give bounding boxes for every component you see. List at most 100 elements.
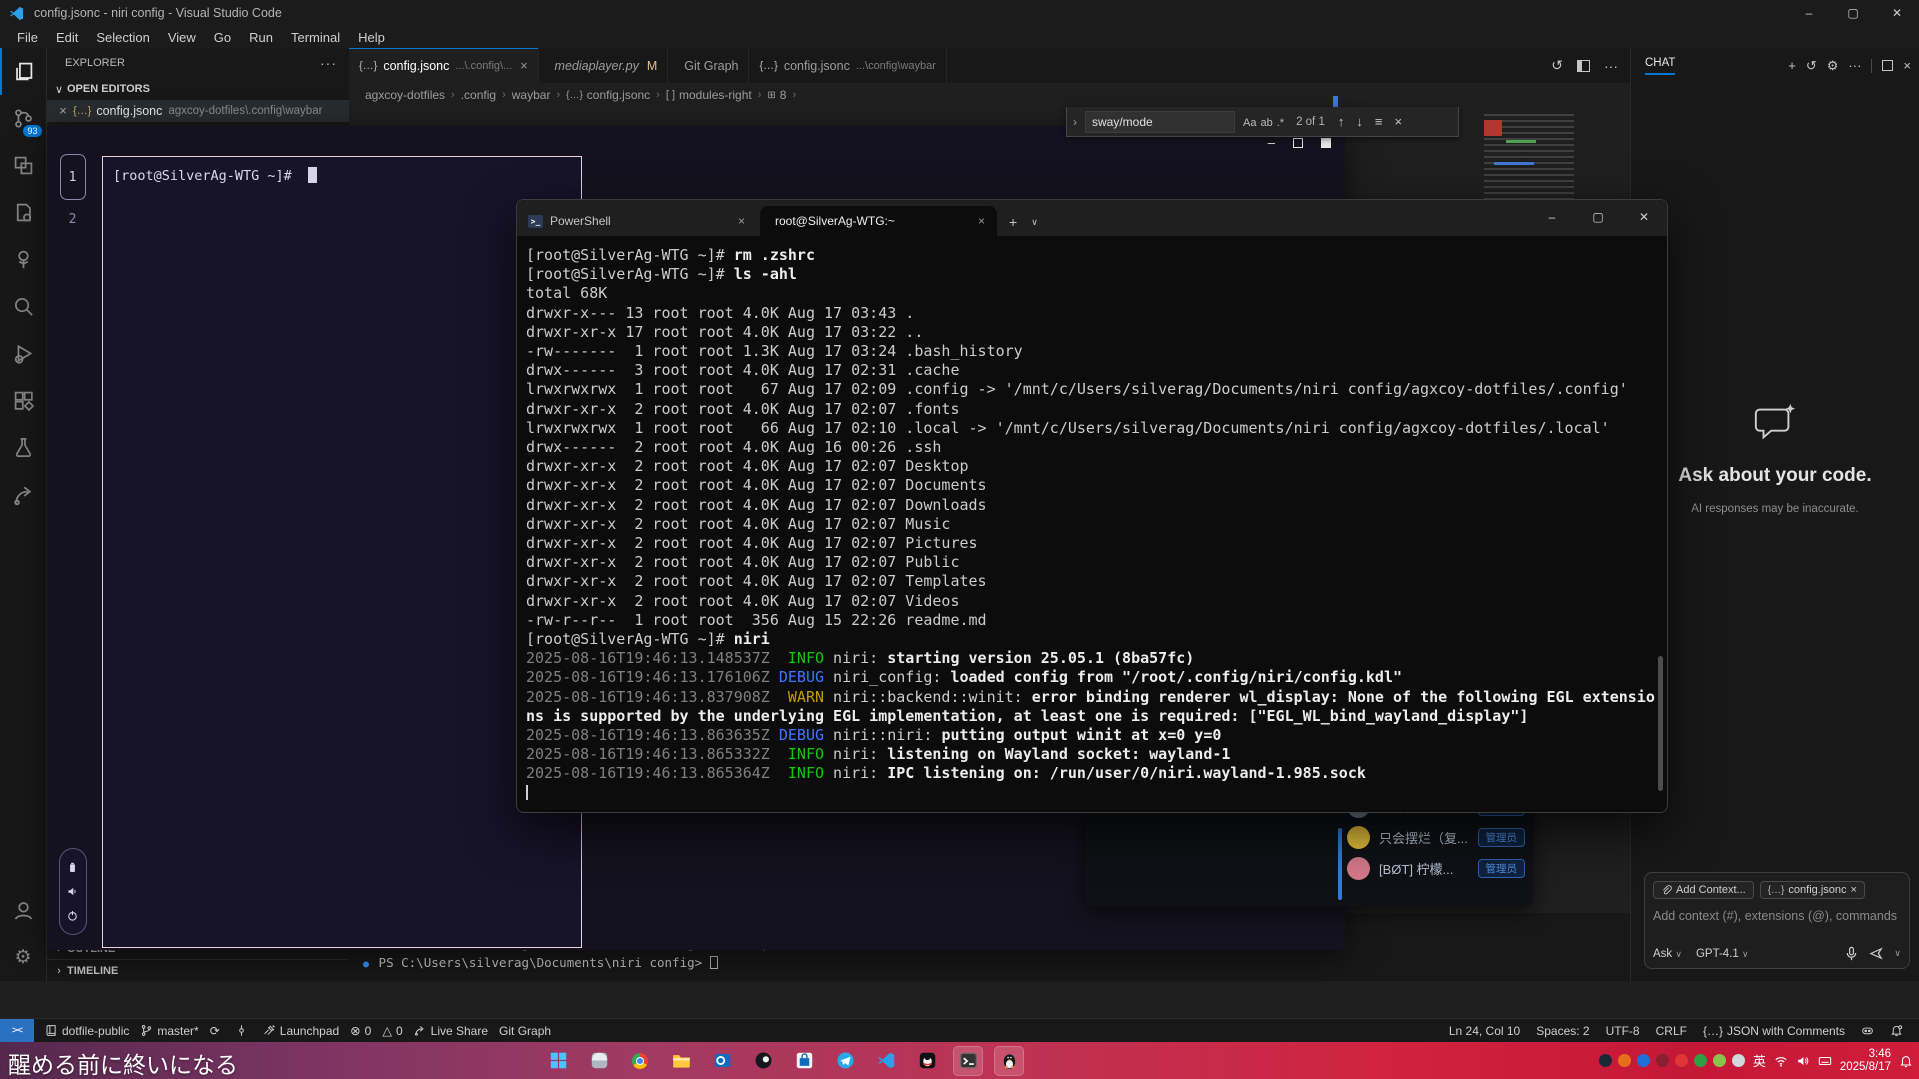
- history-icon[interactable]: ↺: [1806, 58, 1817, 74]
- taskbar-app-icon-tux[interactable]: [995, 1047, 1023, 1075]
- next-match-icon[interactable]: ↓: [1353, 114, 1366, 129]
- activity-icon-account[interactable]: [0, 887, 47, 934]
- activity-icon-settings[interactable]: ⚙: [0, 934, 47, 981]
- menu-item[interactable]: File: [8, 30, 47, 45]
- menu-item[interactable]: Terminal: [282, 30, 349, 45]
- breadcrumb-item[interactable]: {…} config.jsonc ›: [566, 88, 662, 102]
- chat-input-box[interactable]: Add Context... {…} config.jsonc × Add co…: [1644, 872, 1910, 969]
- minimize-icon[interactable]: –: [1787, 0, 1831, 26]
- close-icon[interactable]: ×: [734, 214, 749, 228]
- clock[interactable]: 3:46 2025/8/17: [1840, 1048, 1891, 1074]
- new-tab-icon[interactable]: +: [1009, 214, 1017, 230]
- new-chat-icon[interactable]: +: [1788, 58, 1796, 73]
- previous-match-icon[interactable]: ↑: [1335, 114, 1348, 129]
- send-dropdown-icon[interactable]: ∨: [1894, 948, 1901, 959]
- status-item[interactable]: CRLF: [1656, 1024, 1687, 1038]
- qq-member-row[interactable]: 只会摆烂（复... 管理员: [1347, 822, 1525, 853]
- status-item[interactable]: Launchpad: [263, 1024, 339, 1038]
- terminal-tab[interactable]: >_ PowerShell ×: [520, 206, 757, 236]
- maximize-icon[interactable]: [1293, 138, 1303, 148]
- volume-icon[interactable]: [1796, 1054, 1810, 1068]
- find-toggle[interactable]: Aa: [1241, 117, 1258, 129]
- activity-icon-todo-tree[interactable]: [0, 236, 47, 283]
- close-icon[interactable]: ×: [1851, 884, 1857, 896]
- taskbar-app-icon-file-explorer[interactable]: [667, 1047, 695, 1075]
- taskbar-app-icon-telegram[interactable]: [831, 1047, 859, 1075]
- status-item[interactable]: Git Graph: [499, 1024, 551, 1038]
- close-icon[interactable]: ✕: [1621, 200, 1667, 234]
- find-in-selection-icon[interactable]: ≡: [1372, 114, 1386, 129]
- tray-app-icon[interactable]: [1637, 1054, 1650, 1067]
- status-item[interactable]: dotfile-public: [45, 1024, 129, 1038]
- tray-app-icon[interactable]: [1694, 1054, 1707, 1067]
- workspace-2-button[interactable]: 2: [69, 212, 77, 227]
- send-icon[interactable]: [1869, 946, 1884, 961]
- ime-indicator[interactable]: 英: [1753, 1051, 1766, 1070]
- close-icon[interactable]: ×: [520, 59, 527, 73]
- activity-icon-run-debug[interactable]: [0, 330, 47, 377]
- breadcrumb-item[interactable]: .config ›: [461, 88, 508, 102]
- status-item[interactable]: [1890, 1024, 1903, 1037]
- tab-chat[interactable]: CHAT: [1645, 57, 1675, 75]
- volume-icon[interactable]: [66, 885, 79, 898]
- taskbar-app-icon-outlook[interactable]: [708, 1047, 736, 1075]
- remote-indicator[interactable]: ><: [0, 1019, 34, 1043]
- status-item[interactable]: master*: [140, 1024, 198, 1038]
- status-item[interactable]: Ln 24, Col 10: [1449, 1024, 1520, 1038]
- tray-app-icon[interactable]: [1675, 1054, 1688, 1067]
- activity-icon-search[interactable]: [0, 283, 47, 330]
- status-item[interactable]: ⊗ 0: [350, 1023, 371, 1038]
- editor-tab[interactable]: mediaplayer.py M: [539, 48, 669, 83]
- activity-icon-config-file[interactable]: [0, 189, 47, 236]
- activity-icon-extensions[interactable]: [0, 377, 47, 424]
- maximize-icon[interactable]: ▢: [1575, 200, 1621, 234]
- activity-icon-testing[interactable]: [0, 424, 47, 471]
- tray-app-icon[interactable]: [1618, 1054, 1631, 1067]
- tray-app-icon[interactable]: [1713, 1054, 1726, 1067]
- taskbar-app-icon-qq[interactable]: [913, 1047, 941, 1075]
- notification-bell-icon[interactable]: [1899, 1054, 1913, 1068]
- timeline-history-icon[interactable]: ↺: [1551, 57, 1563, 74]
- status-item[interactable]: {…} JSON with Comments: [1703, 1024, 1845, 1038]
- close-icon[interactable]: [1321, 138, 1331, 148]
- niri-terminal-window[interactable]: [root@SilverAg-WTG ~]#: [102, 156, 582, 948]
- tray-app-icon[interactable]: [1599, 1054, 1612, 1067]
- qq-member-row[interactable]: [BØT] 柠檬... 管理员: [1347, 853, 1525, 884]
- close-icon[interactable]: ×: [1903, 58, 1911, 73]
- taskbar-app-icon-dark-app[interactable]: [749, 1047, 777, 1075]
- taskbar-app-icon-ms-store[interactable]: [790, 1047, 818, 1075]
- find-input[interactable]: sway/mode: [1085, 111, 1235, 133]
- editor-tab[interactable]: {…} config.jsonc ...\config\waybar: [749, 48, 946, 83]
- power-icon[interactable]: [66, 909, 79, 922]
- touch-keyboard-icon[interactable]: [1818, 1054, 1832, 1068]
- split-editor-icon[interactable]: [1577, 60, 1590, 72]
- close-icon[interactable]: ×: [1391, 114, 1405, 129]
- status-item[interactable]: UTF-8: [1606, 1024, 1640, 1038]
- open-editor-area-icon[interactable]: [1882, 60, 1893, 71]
- wifi-icon[interactable]: [1774, 1054, 1788, 1068]
- terminal-tab[interactable]: root@SilverAg-WTG:~ ×: [760, 206, 997, 236]
- close-icon[interactable]: ×: [55, 104, 71, 118]
- terminal-titlebar[interactable]: >_ PowerShell × root@SilverAg-WTG:~ × + …: [517, 200, 1667, 236]
- more-actions-icon[interactable]: ···: [1604, 58, 1618, 74]
- menu-item[interactable]: Run: [240, 30, 282, 45]
- add-context-button[interactable]: Add Context...: [1653, 881, 1754, 899]
- status-item[interactable]: Spaces: 2: [1536, 1024, 1589, 1038]
- more-actions-icon[interactable]: ···: [320, 55, 337, 71]
- close-icon[interactable]: ✕: [1875, 0, 1919, 26]
- tray-app-icon[interactable]: [1732, 1054, 1745, 1067]
- model-selector[interactable]: GPT-4.1 ∨: [1696, 948, 1749, 960]
- editor-tab[interactable]: {…} config.jsonc ...\.config\... ×: [349, 48, 539, 83]
- tray-app-icon[interactable]: [1656, 1054, 1669, 1067]
- taskbar-app-icon-chrome[interactable]: [626, 1047, 654, 1075]
- status-item[interactable]: Live Share: [414, 1024, 488, 1038]
- taskbar-app-icon-widgets[interactable]: [585, 1047, 613, 1075]
- find-toggle[interactable]: .*: [1275, 117, 1286, 129]
- status-item[interactable]: ⟳: [210, 1024, 224, 1038]
- activity-icon-remote-explorer[interactable]: [0, 142, 47, 189]
- workspace-1-button[interactable]: 1: [60, 154, 86, 200]
- breadcrumb-item[interactable]: [ ] modules-right ›: [666, 88, 764, 102]
- terminal-output[interactable]: [root@SilverAg-WTG ~]# rm .zshrc[root@Si…: [517, 236, 1667, 813]
- menu-item[interactable]: Help: [349, 30, 394, 45]
- open-editors-section[interactable]: ∨ OPEN EDITORS: [47, 78, 349, 100]
